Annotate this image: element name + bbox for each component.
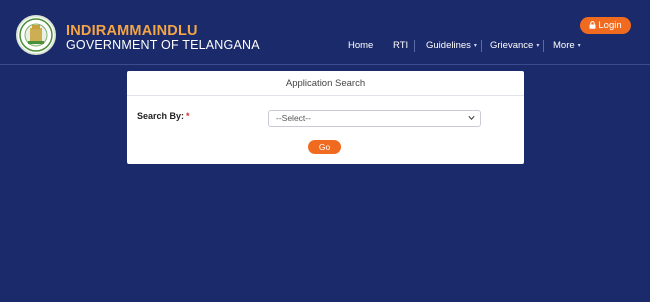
government-emblem-logo: [16, 15, 56, 55]
brand-subtitle: GOVERNMENT OF TELANGANA: [66, 38, 260, 52]
search-by-select[interactable]: --Select--: [268, 110, 481, 127]
nav-item-rti[interactable]: RTI: [393, 40, 408, 54]
nav-label-home: Home: [348, 40, 374, 51]
nav-divider: [414, 40, 415, 52]
card-title: Application Search: [127, 71, 524, 96]
nav-label-more: More: [553, 40, 575, 51]
search-by-text: Search By:: [137, 111, 185, 121]
select-value: --Select--: [276, 113, 311, 123]
go-button[interactable]: Go: [308, 140, 341, 154]
nav-item-guidelines[interactable]: Guidelines ▾: [426, 40, 477, 54]
application-search-card: Application Search Search By: * --Select-…: [127, 71, 524, 164]
required-mark: *: [186, 111, 190, 121]
nav-divider: [481, 40, 482, 52]
chevron-down-icon: [468, 115, 475, 121]
chevron-down-icon: ▾: [473, 43, 477, 49]
nav-label-grievance: Grievance: [490, 40, 534, 51]
login-label: Login: [598, 20, 622, 31]
emblem-icon: [19, 18, 53, 52]
brand-title: INDIRAMMAINDLU: [66, 23, 198, 39]
nav-item-more[interactable]: More ▾: [553, 40, 581, 54]
nav-divider: [543, 40, 544, 52]
login-button[interactable]: Login: [580, 17, 631, 34]
nav-label-rti: RTI: [393, 40, 409, 51]
chevron-down-icon: ▾: [577, 43, 581, 49]
search-by-label: Search By: *: [137, 111, 190, 121]
nav-label-guidelines: Guidelines: [426, 40, 471, 51]
nav-item-grievance[interactable]: Grievance ▾: [490, 40, 539, 54]
chevron-down-icon: ▾: [536, 43, 540, 49]
site-header: INDIRAMMAINDLU GOVERNMENT OF TELANGANA L…: [0, 0, 650, 65]
page: INDIRAMMAINDLU GOVERNMENT OF TELANGANA L…: [0, 0, 650, 302]
nav-item-home[interactable]: Home: [348, 40, 373, 54]
lock-icon: [589, 21, 596, 29]
